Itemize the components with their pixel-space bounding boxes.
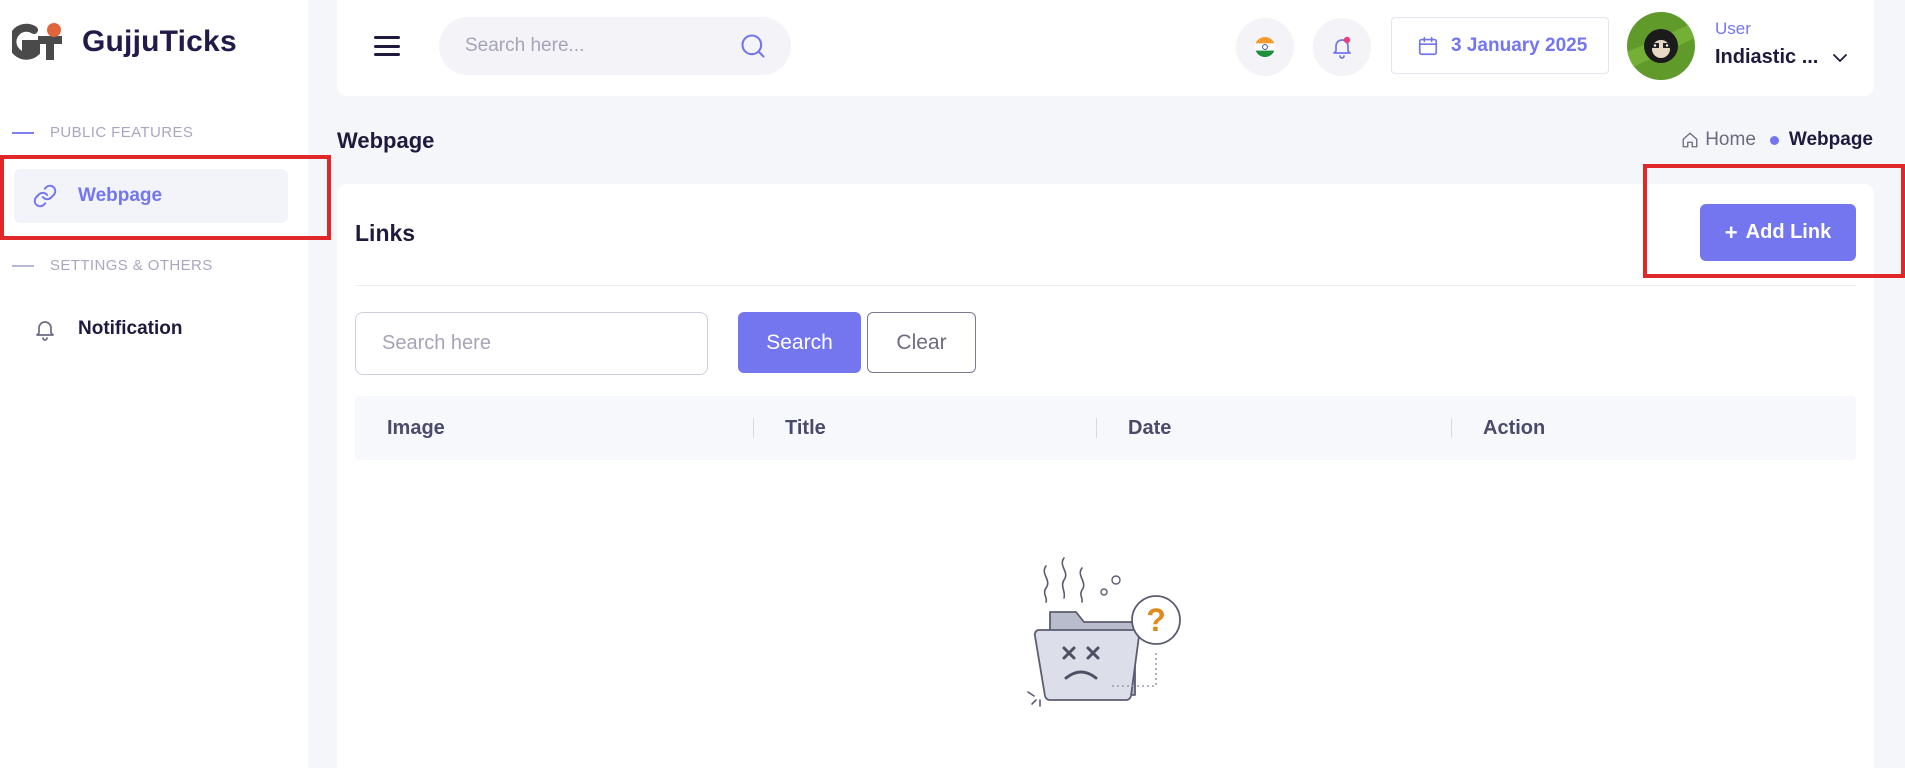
breadcrumb-separator (1769, 135, 1779, 145)
sidebar-item-notification[interactable]: Notification (14, 302, 288, 356)
column-separator (753, 418, 754, 438)
header-search-input[interactable] (439, 17, 719, 75)
plus-icon: + (1724, 219, 1738, 245)
section-dash (12, 131, 34, 134)
links-card: Links + Add Link Search Clear Image Titl… (337, 184, 1874, 768)
date-text: 3 January 2025 (1451, 34, 1588, 56)
column-header-action[interactable]: Action (1483, 396, 1545, 460)
calendar-icon (1417, 35, 1439, 57)
column-separator (1096, 418, 1097, 438)
section-label-text: PUBLIC FEATURES (50, 124, 194, 141)
column-header-image[interactable]: Image (387, 396, 445, 460)
user-name: Indiastic ... (1715, 46, 1819, 68)
card-divider (355, 285, 1856, 286)
bell-icon (1333, 36, 1351, 59)
sidebar: GujjuTicks PUBLIC FEATURES Webpage SETTI… (0, 0, 308, 768)
breadcrumb-home-text: Home (1705, 129, 1756, 150)
empty-state-illustration: ? (1024, 554, 1189, 719)
page-title: Webpage (337, 128, 435, 153)
user-role: User (1715, 19, 1751, 38)
add-link-button[interactable]: + Add Link (1700, 204, 1856, 261)
top-header: 3 January 2025 User Indiastic ... (337, 0, 1874, 96)
svg-text:?: ? (1146, 602, 1166, 638)
add-link-label: Add Link (1745, 221, 1832, 243)
app-name: GujjuTicks (82, 25, 237, 58)
chevron-down-icon (1832, 53, 1848, 63)
date-display[interactable]: 3 January 2025 (1391, 17, 1609, 74)
search-button[interactable]: Search (738, 312, 861, 373)
column-header-date[interactable]: Date (1128, 396, 1171, 460)
avatar[interactable] (1627, 12, 1695, 80)
empty-folder-icon: ? (1027, 557, 1181, 707)
user-menu[interactable]: Indiastic ... (1715, 46, 1848, 69)
column-header-title[interactable]: Title (785, 396, 826, 460)
link-icon (32, 183, 58, 209)
breadcrumb: Home Webpage (1681, 129, 1873, 151)
sidebar-item-label: Notification (78, 318, 183, 339)
sidebar-item-webpage[interactable]: Webpage (14, 169, 288, 223)
search-icon[interactable] (739, 32, 767, 65)
card-title: Links (355, 220, 416, 246)
breadcrumb-home-link[interactable]: Home (1681, 129, 1756, 151)
section-label-settings: SETTINGS & OTHERS (12, 257, 213, 274)
app-logo[interactable]: GujjuTicks (8, 22, 237, 62)
links-search-input[interactable] (355, 312, 708, 375)
india-flag-icon (1255, 37, 1275, 57)
sidebar-item-label: Webpage (78, 185, 163, 206)
section-label-public-features: PUBLIC FEATURES (12, 124, 193, 141)
language-flag-button[interactable] (1236, 18, 1294, 76)
notification-button[interactable] (1313, 18, 1371, 76)
column-separator (1451, 418, 1452, 438)
home-icon (1682, 132, 1698, 148)
header-search (439, 17, 791, 75)
section-dash (12, 264, 34, 267)
table-header: Image Title Date Action (355, 396, 1856, 460)
logo-mark-icon (8, 22, 70, 62)
menu-toggle-icon[interactable] (374, 36, 400, 56)
section-label-text: SETTINGS & OTHERS (50, 257, 213, 274)
bell-icon (32, 316, 58, 342)
breadcrumb-current: Webpage (1788, 129, 1873, 150)
clear-button[interactable]: Clear (867, 312, 976, 373)
